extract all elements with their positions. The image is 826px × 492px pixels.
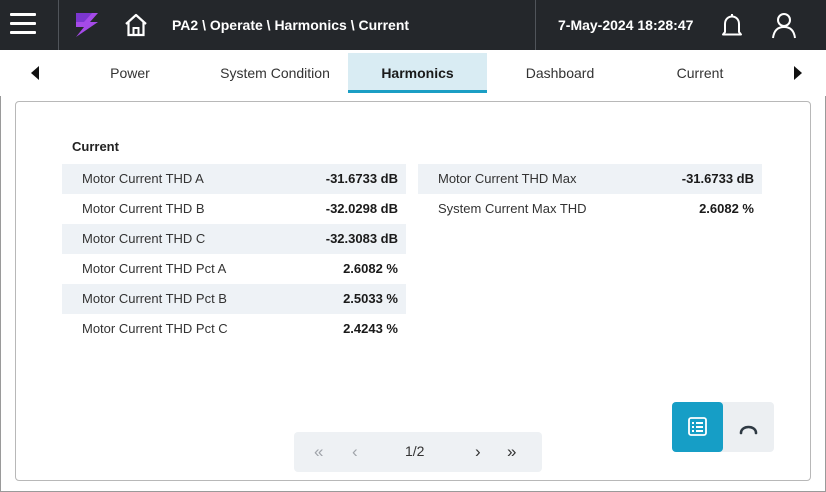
row-label: Motor Current THD Pct B xyxy=(82,291,227,306)
tab-harmonics[interactable]: Harmonics xyxy=(348,53,487,93)
row-value: 2.5033 % xyxy=(343,291,398,306)
home-icon[interactable] xyxy=(122,11,150,39)
row-value: -31.6733 dB xyxy=(325,171,398,186)
table-row: Motor Current THD Pct B 2.5033 % xyxy=(62,284,406,314)
row-value: 2.6082 % xyxy=(343,261,398,276)
row-value: 2.6082 % xyxy=(699,201,754,216)
datetime: 7-May-2024 18:28:47 xyxy=(558,17,694,33)
menu-icon[interactable] xyxy=(10,13,36,37)
row-label: Motor Current THD A xyxy=(82,171,204,186)
row-value: -31.6733 dB xyxy=(681,171,754,186)
row-label: System Current Max THD xyxy=(438,201,587,216)
breadcrumb: PA2 \ Operate \ Harmonics \ Current xyxy=(172,17,410,33)
row-value: -32.0298 dB xyxy=(325,201,398,216)
table-row: Motor Current THD C -32.3083 dB xyxy=(62,224,406,254)
header-divider xyxy=(58,0,59,50)
view-toggle xyxy=(672,402,774,452)
row-label: Motor Current THD C xyxy=(82,231,206,246)
table-row: Motor Current THD Pct A 2.6082 % xyxy=(62,254,406,284)
pagination: « ‹ 1/2 › » xyxy=(294,432,542,472)
next-page-button[interactable]: › xyxy=(475,442,481,462)
user-icon[interactable] xyxy=(770,10,798,40)
content-panel: Current Motor Current THD A -31.6733 dB … xyxy=(15,101,811,481)
table-row: System Current Max THD 2.6082 % xyxy=(418,194,762,224)
page-indicator: 1/2 xyxy=(405,443,425,459)
row-value: -32.3083 dB xyxy=(325,231,398,246)
table-row: Motor Current THD Pct C 2.4243 % xyxy=(62,314,406,344)
header-divider xyxy=(535,0,536,50)
tab-system-condition[interactable]: System Condition xyxy=(205,53,345,93)
row-label: Motor Current THD Max xyxy=(438,171,577,186)
row-value: 2.4243 % xyxy=(343,321,398,336)
table-row: Motor Current THD Max -31.6733 dB xyxy=(418,164,762,194)
gauge-view-button[interactable] xyxy=(723,402,774,452)
tab-bar: Power System Condition Harmonics Dashboa… xyxy=(0,50,826,96)
last-page-button[interactable]: » xyxy=(507,442,516,462)
tab-power[interactable]: Power xyxy=(70,53,190,93)
list-view-icon xyxy=(688,417,707,436)
prev-page-button[interactable]: ‹ xyxy=(352,442,358,462)
list-view-button[interactable] xyxy=(672,402,723,452)
table-row: Motor Current THD A -31.6733 dB xyxy=(62,164,406,194)
section-title: Current xyxy=(72,139,119,154)
tab-current[interactable]: Current xyxy=(640,53,760,93)
tab-scroll-left-icon[interactable] xyxy=(26,64,44,82)
row-label: Motor Current THD Pct A xyxy=(82,261,227,276)
top-bar: PA2 \ Operate \ Harmonics \ Current 7-Ma… xyxy=(0,0,826,50)
row-label: Motor Current THD B xyxy=(82,201,205,216)
first-page-button[interactable]: « xyxy=(314,442,323,462)
bell-icon[interactable] xyxy=(718,10,746,40)
tab-scroll-right-icon[interactable] xyxy=(789,64,807,82)
table-row: Motor Current THD B -32.0298 dB xyxy=(62,194,406,224)
logo-icon xyxy=(76,13,98,37)
tab-dashboard[interactable]: Dashboard xyxy=(500,53,620,93)
gauge-view-icon xyxy=(739,425,758,435)
row-label: Motor Current THD Pct C xyxy=(82,321,228,336)
